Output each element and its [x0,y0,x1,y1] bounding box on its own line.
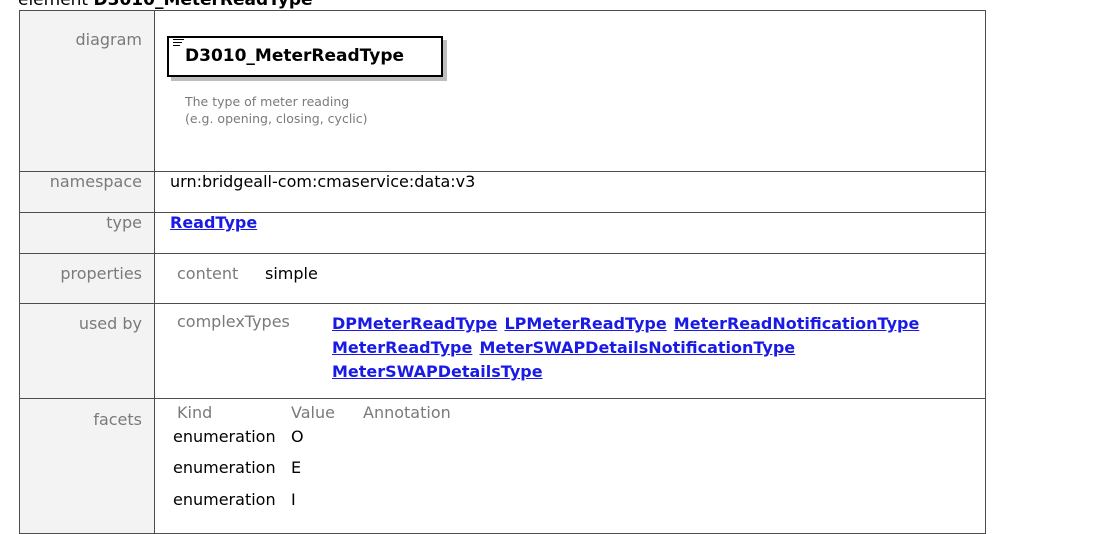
properties-value: simple [265,264,318,283]
facet-value: I [291,490,296,509]
properties-row: properties content simple [19,253,986,304]
diagram-annotation: The type of meter reading (e.g. opening,… [185,93,368,127]
used-by-cell: complexTypes DPMeterReadType LPMeterRead… [154,303,986,399]
diagram-element-box[interactable]: D3010_MeterReadType [167,36,443,77]
element-doc-table: diagram D3010_MeterReadType The type of … [19,10,986,534]
used-by-link[interactable]: MeterSWAPDetailsNotificationType [479,338,795,357]
used-by-label: used by [19,303,155,399]
facets-row: facets Kind Value Annotation enumeration O … [19,398,986,534]
facets-header-value: Value [291,403,335,422]
facet-row: enumeration I [173,490,296,509]
used-by-link[interactable]: MeterReadNotificationType [674,314,920,333]
diagram-element-name: D3010_MeterReadType [185,46,405,66]
type-row: type ReadType [19,212,986,254]
diagram-label: diagram [19,10,155,172]
heading-element-name: D3010_MeterReadType [93,0,313,10]
used-by-link[interactable]: MeterSWAPDetailsType [332,362,543,381]
facet-row: enumeration O [173,427,304,446]
facets-header: Kind Value Annotation [177,403,451,422]
diagram-annotation-line1: The type of meter reading [185,94,350,109]
element-content-icon [173,39,184,48]
used-by-key: complexTypes [177,312,290,331]
facet-kind: enumeration [173,458,276,477]
properties-key: content [177,264,239,283]
used-by-link[interactable]: MeterReadType [332,338,472,357]
properties-label: properties [19,253,155,304]
diagram-row: diagram D3010_MeterReadType The type of … [19,10,986,172]
diagram-cell: D3010_MeterReadType The type of meter re… [154,10,986,172]
used-by-row: used by complexTypes DPMeterReadType LPM… [19,303,986,399]
used-by-link[interactable]: LPMeterReadType [504,314,666,333]
facet-value: E [291,458,302,477]
facet-row: enumeration E [173,458,301,477]
properties-cell: content simple [154,253,986,304]
facets-header-kind: Kind [177,403,213,422]
diagram-annotation-line2: (e.g. opening, closing, cyclic) [185,111,368,126]
used-by-link[interactable]: DPMeterReadType [332,314,497,333]
namespace-label: namespace [19,171,155,213]
type-link[interactable]: ReadType [170,213,257,232]
facets-header-annotation: Annotation [363,403,451,422]
used-by-links: DPMeterReadType LPMeterReadType MeterRea… [332,312,1012,384]
namespace-row: namespace urn:bridgeall-com:cmaservice:d… [19,171,986,213]
facet-value: O [291,427,304,446]
facet-kind: enumeration [173,427,276,446]
type-label: type [19,212,155,254]
namespace-value: urn:bridgeall-com:cmaservice:data:v3 [154,171,986,213]
facets-label: facets [19,398,155,534]
heading-prefix: element [18,0,94,10]
facet-kind: enumeration [173,490,276,509]
facets-cell: Kind Value Annotation enumeration O enumera… [154,398,986,534]
